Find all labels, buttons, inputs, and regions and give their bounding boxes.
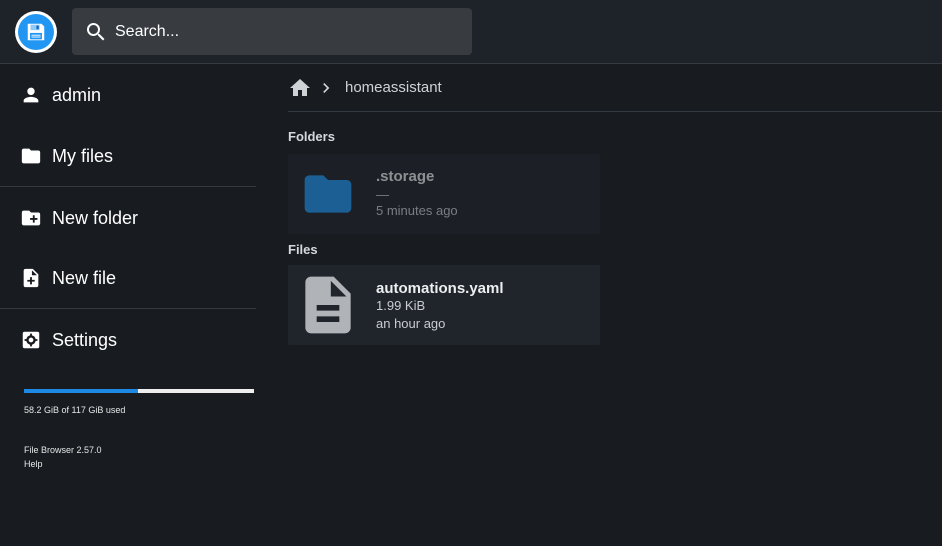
folder-item[interactable]: .storage — 5 minutes ago [288,154,600,234]
folder-icon [21,148,41,164]
file-listing: homeassistant Folders .storage — 5 minut… [288,64,942,546]
app-version: File Browser 2.57.0 [24,445,102,455]
sidebar-item-new-file[interactable]: New file [0,253,256,303]
item-modified: an hour ago [376,316,446,331]
item-size: — [376,187,389,202]
divider [0,186,256,187]
sidebar-item-label: Settings [52,329,118,350]
app-logo[interactable] [15,11,57,53]
top-bar [0,0,942,64]
folders-heading: Folders [288,129,335,144]
search-input[interactable] [115,22,455,41]
settings-icon [22,331,40,349]
divider [0,308,256,309]
home-icon[interactable] [288,76,312,100]
storage-usage-text: 58.2 GiB of 117 GiB used [24,405,126,415]
chevron-right-icon [323,82,330,93]
description-icon [305,276,351,334]
storage-usage-fill [24,389,139,393]
item-name: automations.yaml [376,280,504,297]
person-icon [23,87,39,103]
search-bar[interactable] [72,8,472,55]
note-add-icon [23,268,39,288]
search-icon [87,22,105,40]
sidebar-item-admin[interactable]: admin [0,70,256,120]
file-item[interactable]: automations.yaml 1.99 KiB an hour ago [288,265,600,345]
sidebar-item-new-folder[interactable]: New folder [0,193,256,243]
files-heading: Files [288,242,318,257]
create-new-folder-icon [21,210,41,226]
sidebar: admin My files New folder New file Setti… [0,64,256,546]
sidebar-item-label: New folder [52,207,139,228]
item-modified: 5 minutes ago [376,203,458,218]
breadcrumb-item[interactable]: homeassistant [345,79,442,96]
sidebar-item-label: New file [52,267,117,288]
sidebar-item-my-files[interactable]: My files [0,131,256,181]
folder-icon [304,175,352,213]
sidebar-item-label: admin [52,84,102,105]
floppy-disk-icon [18,14,54,50]
storage-usage-bar [24,389,254,393]
item-name: .storage [376,168,435,185]
help-link[interactable]: Help [24,459,43,469]
sidebar-item-label: My files [52,145,114,166]
sidebar-item-settings[interactable]: Settings [0,315,256,365]
item-size: 1.99 KiB [376,298,426,313]
breadcrumb: homeassistant [288,64,942,112]
